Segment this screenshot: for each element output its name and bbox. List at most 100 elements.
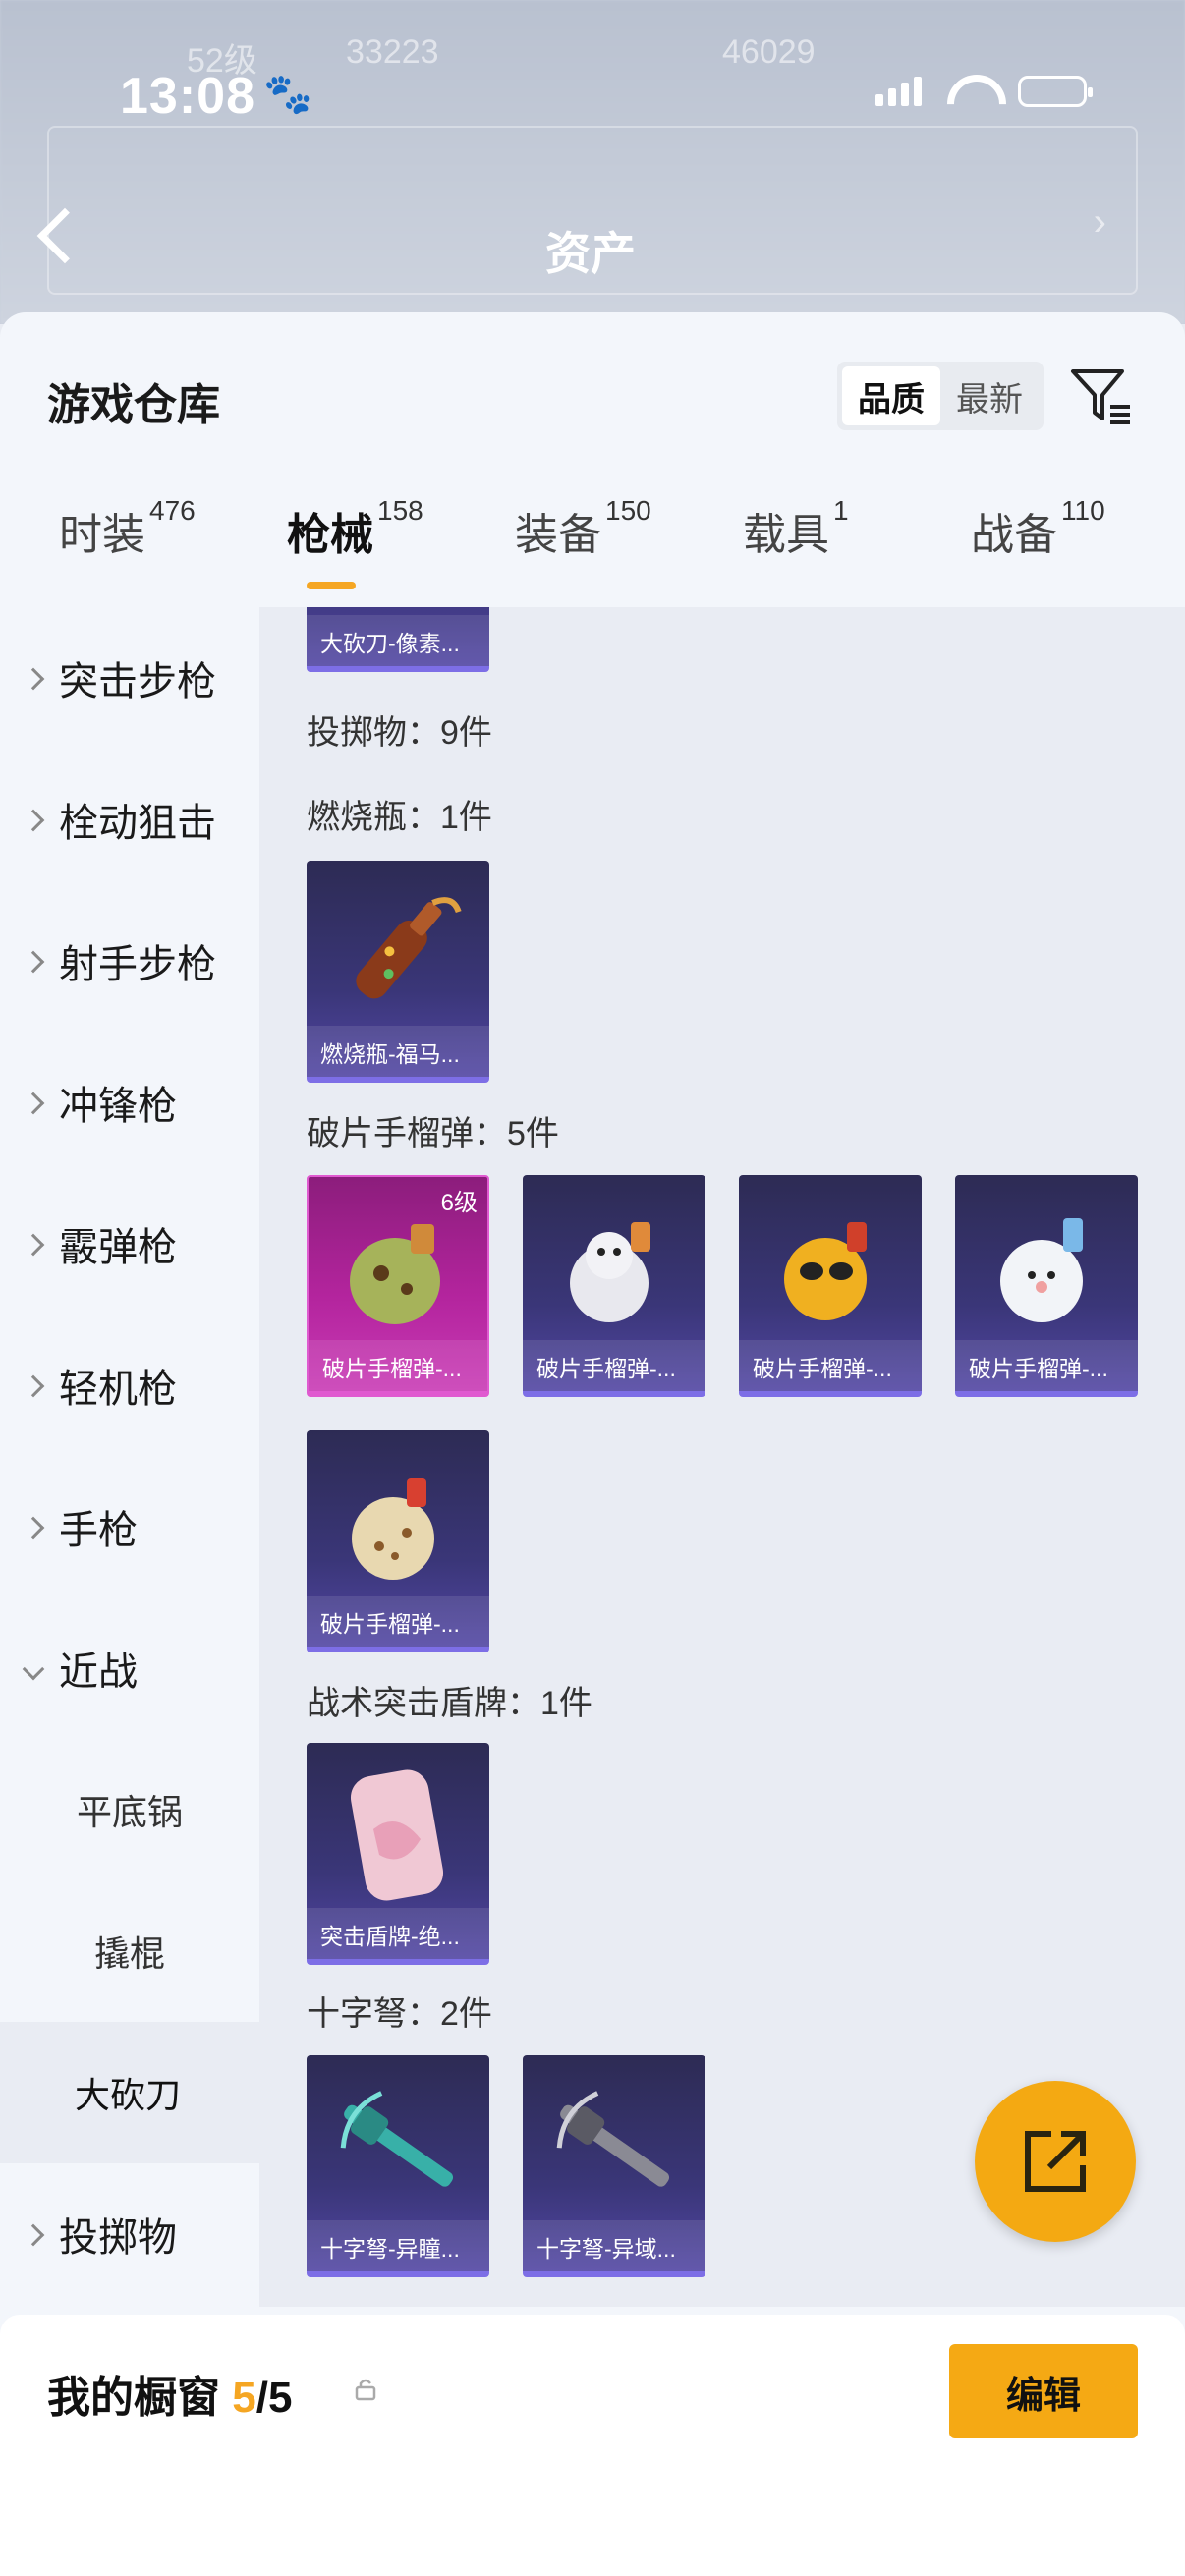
item-card-label: 十字弩-异瞳... xyxy=(307,2220,489,2271)
category-tabs: 时装 476 枪械 158 装备 150 载具 1 战备 110 xyxy=(0,495,1185,607)
sort-quality-button[interactable]: 品质 xyxy=(842,366,940,425)
tab-label: 时装 xyxy=(59,511,145,559)
item-card-label: 十字弩-异域... xyxy=(523,2220,705,2271)
page-title: 资产 xyxy=(545,228,636,279)
sidebar-item-label: 霰弹枪 xyxy=(59,1226,177,1269)
sidebar-item-throwables[interactable]: 投掷物 xyxy=(0,2163,259,2305)
active-tab-indicator xyxy=(307,582,356,589)
sidebar-item-melee[interactable]: 近战 xyxy=(0,1597,259,1739)
item-card[interactable]: 破片手榴弹-... xyxy=(523,1175,705,1397)
tab-equipment[interactable]: 装备 150 xyxy=(515,495,651,562)
tab-label: 载具 xyxy=(743,511,829,559)
sidebar-subitem-crowbar[interactable]: 撬棍 xyxy=(0,1880,259,2022)
section-title: 破片手榴弹：5件 xyxy=(307,1115,559,1152)
sidebar-item-label: 撬棍 xyxy=(93,1933,165,1974)
chevron-right-icon xyxy=(22,1086,45,1119)
sort-newest-button[interactable]: 最新 xyxy=(940,366,1039,425)
item-card-label: 破片手榴弹-... xyxy=(739,1340,922,1391)
edit-button[interactable]: 编辑 xyxy=(949,2344,1138,2438)
status-icons xyxy=(875,75,1093,108)
background-header: 52级 33223 46029 13:08 🐾 资产 › xyxy=(0,0,1185,324)
sidebar-item-label: 手枪 xyxy=(59,1509,138,1552)
chevron-right-icon xyxy=(22,1369,45,1402)
item-card-label: 大砍刀-像素... xyxy=(307,615,489,666)
item-card[interactable]: 大砍刀-像素... xyxy=(307,607,489,672)
status-time: 13:08 xyxy=(120,68,255,125)
sidebar-item-label: 大砍刀 xyxy=(74,2075,181,2115)
chevron-right-icon xyxy=(22,803,45,836)
signal-icon xyxy=(875,77,922,106)
showcase-title: 我的橱窗 5/5 xyxy=(47,2362,292,2425)
warehouse-title: 游戏仓库 xyxy=(47,381,220,429)
grenade-icon xyxy=(784,1222,867,1320)
sidebar-item-lmg[interactable]: 轻机枪 xyxy=(0,1315,259,1456)
item-card[interactable]: 6级 破片手榴弹-... xyxy=(307,1175,489,1397)
item-card-label: 燃烧瓶-福马... xyxy=(307,1026,489,1077)
sidebar-item-label: 冲锋枪 xyxy=(59,1085,177,1128)
item-card[interactable]: 破片手榴弹-... xyxy=(955,1175,1138,1397)
sidebar-item-shotgun[interactable]: 霰弹枪 xyxy=(0,1173,259,1315)
chevron-right-icon xyxy=(22,1510,45,1543)
item-card[interactable]: 突击盾牌-绝... xyxy=(307,1743,489,1965)
tab-guns[interactable]: 枪械 158 xyxy=(287,495,423,562)
item-card[interactable]: 破片手榴弹-... xyxy=(739,1175,922,1397)
item-card-label: 破片手榴弹-... xyxy=(309,1340,487,1391)
item-card-label: 破片手榴弹-... xyxy=(523,1340,705,1391)
battery-icon xyxy=(1018,76,1093,107)
chevron-right-icon xyxy=(22,944,45,978)
showcase-count-current: 5 xyxy=(232,2374,256,2422)
bg-stat-text-2: 46029 xyxy=(722,33,816,71)
tab-vehicles[interactable]: 载具 1 xyxy=(743,495,849,562)
tab-label: 战备 xyxy=(971,511,1057,559)
sidebar-item-label: 平底锅 xyxy=(76,1792,183,1832)
sidebar-item-label: 栓动狙击 xyxy=(59,802,216,845)
tab-count: 150 xyxy=(605,495,651,526)
sidebar-subitem-frying-pan[interactable]: 平底锅 xyxy=(0,1739,259,1880)
grenade-icon xyxy=(352,1478,434,1580)
tab-supplies[interactable]: 战备 110 xyxy=(971,495,1105,562)
lock-icon xyxy=(355,2379,376,2401)
sidebar-item-bolt-sniper[interactable]: 栓动狙击 xyxy=(0,749,259,890)
sidebar-item-assault-rifle[interactable]: 突击步枪 xyxy=(0,607,259,749)
tab-count: 476 xyxy=(149,495,196,526)
item-card-label: 破片手榴弹-... xyxy=(307,1596,489,1647)
item-card[interactable]: 燃烧瓶-福马... xyxy=(307,861,489,1083)
tab-count: 1 xyxy=(833,495,849,526)
section-title: 十字弩：2件 xyxy=(307,1995,492,2033)
bg-stat-text: 33223 xyxy=(346,33,439,71)
tab-count: 110 xyxy=(1061,495,1105,526)
item-card-label: 破片手榴弹-... xyxy=(955,1340,1138,1391)
section-title: 战术突击盾牌：1件 xyxy=(307,1685,592,1722)
share-icon xyxy=(1025,2131,1086,2192)
grenade-icon xyxy=(350,1224,440,1324)
filter-icon[interactable] xyxy=(1069,364,1134,428)
paw-icon: 🐾 xyxy=(263,73,312,116)
sidebar-item-label: 投掷物 xyxy=(59,2216,177,2260)
sidebar-item-label: 射手步枪 xyxy=(59,943,216,986)
tab-label: 装备 xyxy=(515,511,601,559)
section-title: 投掷物：9件 xyxy=(307,714,492,752)
tab-fashion[interactable]: 时装 476 xyxy=(59,495,196,562)
category-sidebar: 突击步枪 栓动狙击 射手步枪 冲锋枪 霰弹枪 轻机枪 手枪 近战 平底锅 撬棍 … xyxy=(0,607,259,2307)
chevron-right-icon xyxy=(22,1227,45,1260)
sidebar-subitem-machete[interactable]: 大砍刀 xyxy=(0,2022,259,2163)
molotov-icon xyxy=(356,897,462,999)
chevron-down-icon xyxy=(22,1652,45,1685)
shield-icon xyxy=(350,1769,444,1901)
item-card[interactable]: 十字弩-异瞳... xyxy=(307,2055,489,2277)
wifi-icon xyxy=(947,75,992,108)
sidebar-item-pistol[interactable]: 手枪 xyxy=(0,1456,259,1597)
sidebar-item-label: 突击步枪 xyxy=(59,660,216,703)
sidebar-item-label: 近战 xyxy=(59,1651,138,1694)
item-card[interactable]: 破片手榴弹-... xyxy=(307,1430,489,1652)
sidebar-item-smg[interactable]: 冲锋枪 xyxy=(0,1032,259,1173)
share-button[interactable] xyxy=(975,2081,1136,2242)
crossbow-icon xyxy=(556,2091,670,2187)
item-card[interactable]: 十字弩-异域... xyxy=(523,2055,705,2277)
sidebar-item-marksman-rifle[interactable]: 射手步枪 xyxy=(0,890,259,1032)
chevron-right-icon xyxy=(22,661,45,695)
item-card-label: 突击盾牌-绝... xyxy=(307,1908,489,1959)
section-title: 燃烧瓶：1件 xyxy=(307,799,492,836)
grenade-icon xyxy=(1000,1218,1083,1322)
grenade-icon xyxy=(570,1222,650,1322)
